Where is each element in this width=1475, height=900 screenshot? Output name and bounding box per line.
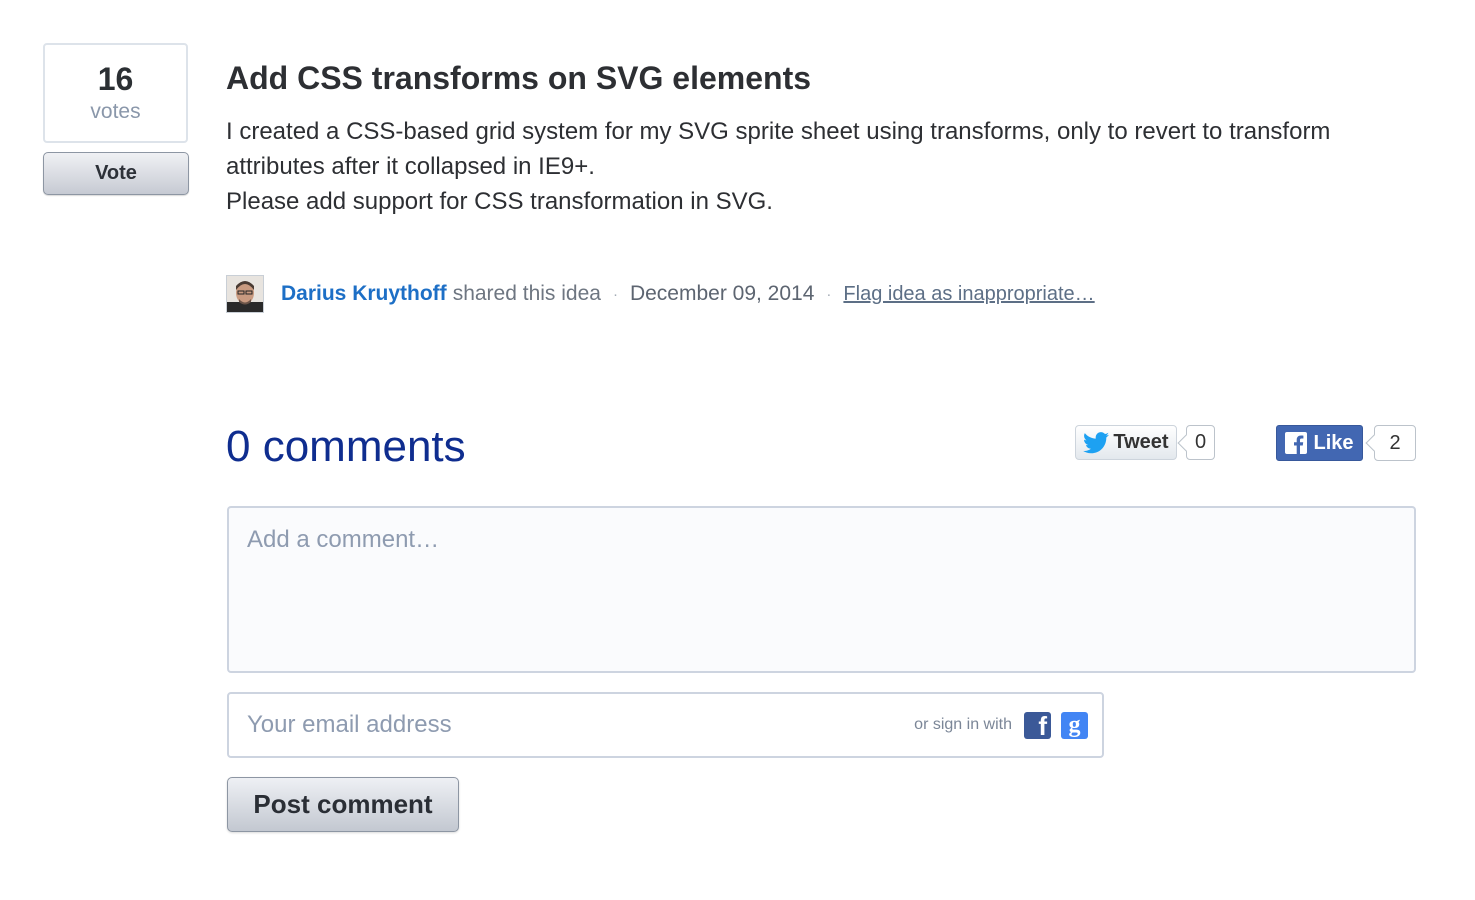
meta-separator: ·	[612, 285, 618, 303]
idea-meta: Darius Kruythoff shared this idea · Dece…	[226, 274, 1095, 314]
vote-count: 16	[97, 61, 134, 97]
signin-label: or sign in with	[914, 716, 1012, 733]
facebook-f-icon	[1285, 432, 1308, 454]
vote-button[interactable]: Vote	[43, 152, 189, 195]
email-field-wrapper: or sign in with f g	[227, 692, 1104, 758]
idea-description: I created a CSS-based grid system for my…	[226, 114, 1426, 219]
like-count: 2	[1374, 425, 1416, 461]
comment-input[interactable]	[227, 506, 1416, 673]
author-link[interactable]: Darius Kruythoff	[281, 282, 447, 306]
twitter-bird-icon	[1083, 431, 1110, 453]
post-comment-button[interactable]: Post comment	[227, 777, 459, 832]
flag-link[interactable]: Flag idea as inappropriate…	[843, 283, 1094, 306]
tweet-label: Tweet	[1113, 431, 1169, 453]
vote-label: votes	[90, 100, 141, 123]
comments-title: 0 comments	[226, 422, 466, 471]
vote-count-box: 16 votes	[43, 43, 188, 143]
facebook-like-button[interactable]: Like	[1276, 425, 1363, 461]
tweet-count: 0	[1186, 425, 1215, 460]
avatar[interactable]	[226, 275, 264, 313]
like-label: Like	[1313, 431, 1354, 454]
email-field[interactable]	[229, 694, 915, 756]
google-icon[interactable]: g	[1061, 711, 1088, 739]
meta-action-text: shared this idea	[452, 282, 601, 305]
meta-separator: ·	[826, 285, 832, 303]
idea-description-line: I created a CSS-based grid system for my…	[226, 118, 1331, 180]
facebook-icon[interactable]: f	[1024, 711, 1051, 739]
tweet-button[interactable]: Tweet	[1075, 425, 1177, 460]
idea-title: Add CSS transforms on SVG elements	[226, 60, 812, 96]
idea-date: December 09, 2014	[629, 282, 815, 305]
idea-description-line: Please add support for CSS transformatio…	[226, 188, 773, 215]
